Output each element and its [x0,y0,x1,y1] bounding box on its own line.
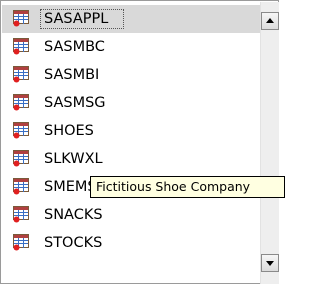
item-label: SHOES [44,123,94,139]
library-list: SASAPPL SASMBC SASMBI SASMSG SHOES SLKWX… [2,2,260,284]
tooltip: Fictitious Shoe Company [90,176,285,198]
list-item[interactable]: SASMBI [2,61,260,89]
table-icon [13,94,29,111]
item-label: SNACKS [44,207,103,223]
item-label: SASMSG [44,95,106,111]
scroll-down-button[interactable] [261,254,279,272]
list-item[interactable]: SNACKS [2,201,260,229]
list-item[interactable]: SLKWXL [2,145,260,173]
table-icon [13,10,29,27]
vertical-scrollbar[interactable] [260,2,279,284]
table-icon [13,234,29,251]
arrow-down-icon [266,261,274,266]
list-item[interactable]: SASMBC [2,33,260,61]
table-icon [13,206,29,223]
scroll-up-button[interactable] [261,12,279,30]
table-icon [13,150,29,167]
item-label: SASMBC [44,39,105,55]
list-item[interactable]: SASAPPL [2,5,260,33]
item-label: SASAPPL [44,11,109,27]
library-listbox[interactable]: SASAPPL SASMBC SASMBI SASMSG SHOES SLKWX… [0,0,279,284]
table-icon [13,122,29,139]
list-item[interactable]: SHOES [2,117,260,145]
table-icon [13,38,29,55]
list-item[interactable]: STOCKS [2,229,260,257]
table-icon [13,178,29,195]
item-label: SASMBI [44,67,100,83]
item-label: SLKWXL [44,151,103,167]
list-item[interactable]: SASMSG [2,89,260,117]
item-label: STOCKS [44,235,103,251]
arrow-up-icon [266,18,274,23]
table-icon [13,66,29,83]
